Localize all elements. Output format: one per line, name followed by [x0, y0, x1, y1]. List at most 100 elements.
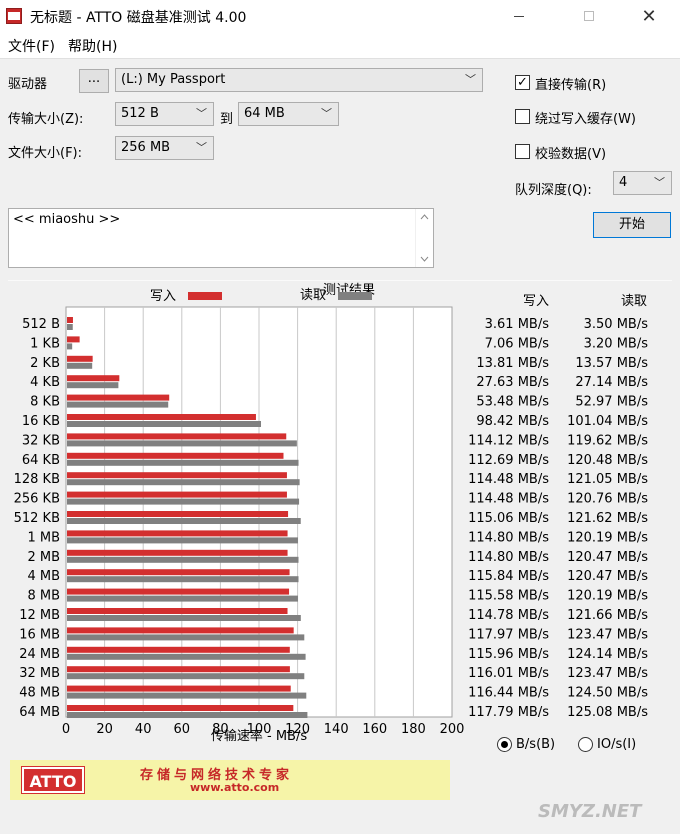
read-value: 120.19 MB/s [567, 589, 648, 604]
read-bar [67, 382, 119, 389]
window-title: 无标题 - ATTO 磁盘基准测试 4.00 [30, 10, 247, 26]
y-tick-label: 4 MB [27, 569, 60, 584]
write-bar [67, 414, 256, 420]
file-size-value: 256 MB [121, 140, 171, 155]
read-bar [67, 324, 73, 330]
write-bar [67, 588, 290, 595]
write-value: 116.01 MB/s [468, 666, 549, 681]
read-value: 3.50 MB/s [584, 317, 649, 332]
read-value: 13.57 MB/s [575, 356, 648, 371]
transfer-to-select[interactable]: 64 MB ﹀ [238, 102, 339, 126]
write-bar [67, 491, 287, 498]
file-size-label: 文件大小(F): [8, 146, 83, 161]
write-bar [67, 452, 284, 459]
y-tick-label: 64 KB [22, 453, 60, 468]
y-tick-label: 12 MB [19, 608, 60, 623]
y-tick-label: 8 MB [27, 589, 60, 604]
read-bar [67, 440, 297, 447]
read-value: 120.19 MB/s [567, 530, 648, 545]
read-value: 101.04 MB/s [567, 414, 648, 429]
read-bar [67, 712, 308, 718]
minimize-button[interactable] [496, 0, 542, 32]
y-tick-label: 2 MB [27, 550, 60, 565]
chevron-down-icon: ﹀ [196, 107, 207, 120]
read-value: 3.20 MB/s [584, 336, 649, 351]
chevron-down-icon: ﹀ [654, 176, 665, 189]
write-value: 3.61 MB/s [485, 317, 550, 332]
atto-banner[interactable]: ATTO 存储与网络技术专家 www.atto.com [10, 760, 450, 800]
minimize-icon [514, 15, 524, 17]
y-tick-label: 1 KB [30, 336, 60, 351]
read-value: 125.08 MB/s [567, 705, 648, 720]
description-textarea[interactable]: << miaoshu >> [8, 208, 434, 268]
y-tick-label: 1 MB [27, 530, 60, 545]
read-bar [67, 556, 299, 563]
read-bar [67, 343, 73, 350]
bypass-cache-label: 绕过写入缓存(W) [535, 112, 636, 127]
write-bar [67, 646, 290, 653]
y-tick-label: 16 MB [19, 627, 60, 642]
write-bar [67, 685, 291, 692]
menu-help[interactable]: 帮助(H) [68, 36, 117, 56]
write-bar [67, 433, 287, 440]
x-tick-label: 20 [96, 722, 113, 737]
write-value: 114.80 MB/s [468, 550, 549, 565]
drive-select[interactable]: (L:) My Passport ﹀ [115, 68, 483, 92]
read-bar [67, 362, 93, 369]
watermark: SMYZ.NET [538, 801, 642, 822]
write-value: 27.63 MB/s [476, 375, 549, 390]
close-icon: ✕ [641, 5, 657, 27]
y-tick-label: 4 KB [30, 375, 60, 390]
x-tick-label: 60 [174, 722, 191, 737]
y-tick-label: 48 MB [19, 686, 60, 701]
maximize-button[interactable] [566, 0, 612, 32]
read-bar [67, 595, 298, 602]
x-tick-label: 200 [440, 722, 465, 737]
read-bar [67, 615, 301, 621]
direct-io-checkbox[interactable]: ✓ [515, 75, 530, 90]
menu-file[interactable]: 文件(F) [8, 36, 55, 56]
unit-iops-radio[interactable] [578, 737, 593, 752]
read-value: 52.97 MB/s [575, 395, 648, 410]
write-bar [67, 666, 290, 673]
results-chart: 测试结果 写入 读取 0 20 40 60 80 100 120 140 160 180 200 5… [14, 283, 649, 744]
to-label: 到 [220, 112, 234, 127]
write-column-header: 写入 [523, 294, 549, 309]
queue-depth-value: 4 [619, 175, 628, 190]
x-axis-label: 传输速率 - MB/s [211, 728, 307, 744]
unit-bps-radio[interactable] [497, 737, 512, 752]
close-button[interactable]: ✕ [626, 0, 672, 32]
write-bar [67, 705, 294, 711]
unit-bps-label: B/s(B) [516, 737, 556, 752]
y-tick-label: 128 KB [14, 472, 60, 487]
browse-button[interactable]: ... [79, 69, 109, 93]
read-value: 27.14 MB/s [575, 375, 648, 390]
start-button[interactable]: 开始 [593, 212, 671, 238]
write-bar [67, 375, 120, 382]
scroll-arrows-icon [420, 214, 429, 262]
transfer-size-label: 传输大小(Z): [8, 112, 84, 127]
read-bar [67, 673, 305, 680]
y-tick-label: 16 KB [22, 414, 60, 429]
read-value: 121.05 MB/s [567, 472, 648, 487]
y-tick-label: 24 MB [19, 647, 60, 662]
write-value: 114.48 MB/s [468, 472, 549, 487]
read-bar [67, 692, 307, 699]
verify-checkbox[interactable] [515, 144, 530, 159]
transfer-from-select[interactable]: 512 B ﹀ [115, 102, 214, 126]
write-value: 13.81 MB/s [476, 356, 549, 371]
direct-io-label: 直接传输(R) [535, 78, 607, 93]
write-bar [67, 511, 289, 517]
write-bar [67, 549, 288, 556]
write-value: 115.96 MB/s [468, 647, 549, 662]
app-icon [6, 8, 22, 24]
write-value: 98.42 MB/s [476, 414, 549, 429]
maximize-icon [584, 11, 594, 21]
write-bar [67, 394, 170, 401]
bypass-cache-checkbox[interactable] [515, 109, 530, 124]
file-size-select[interactable]: 256 MB ﹀ [115, 136, 214, 160]
description-scrollbar[interactable] [415, 209, 433, 267]
banner-url[interactable]: www.atto.com [190, 781, 279, 794]
queue-depth-select[interactable]: 4 ﹀ [613, 171, 672, 195]
read-value: 124.14 MB/s [567, 647, 648, 662]
